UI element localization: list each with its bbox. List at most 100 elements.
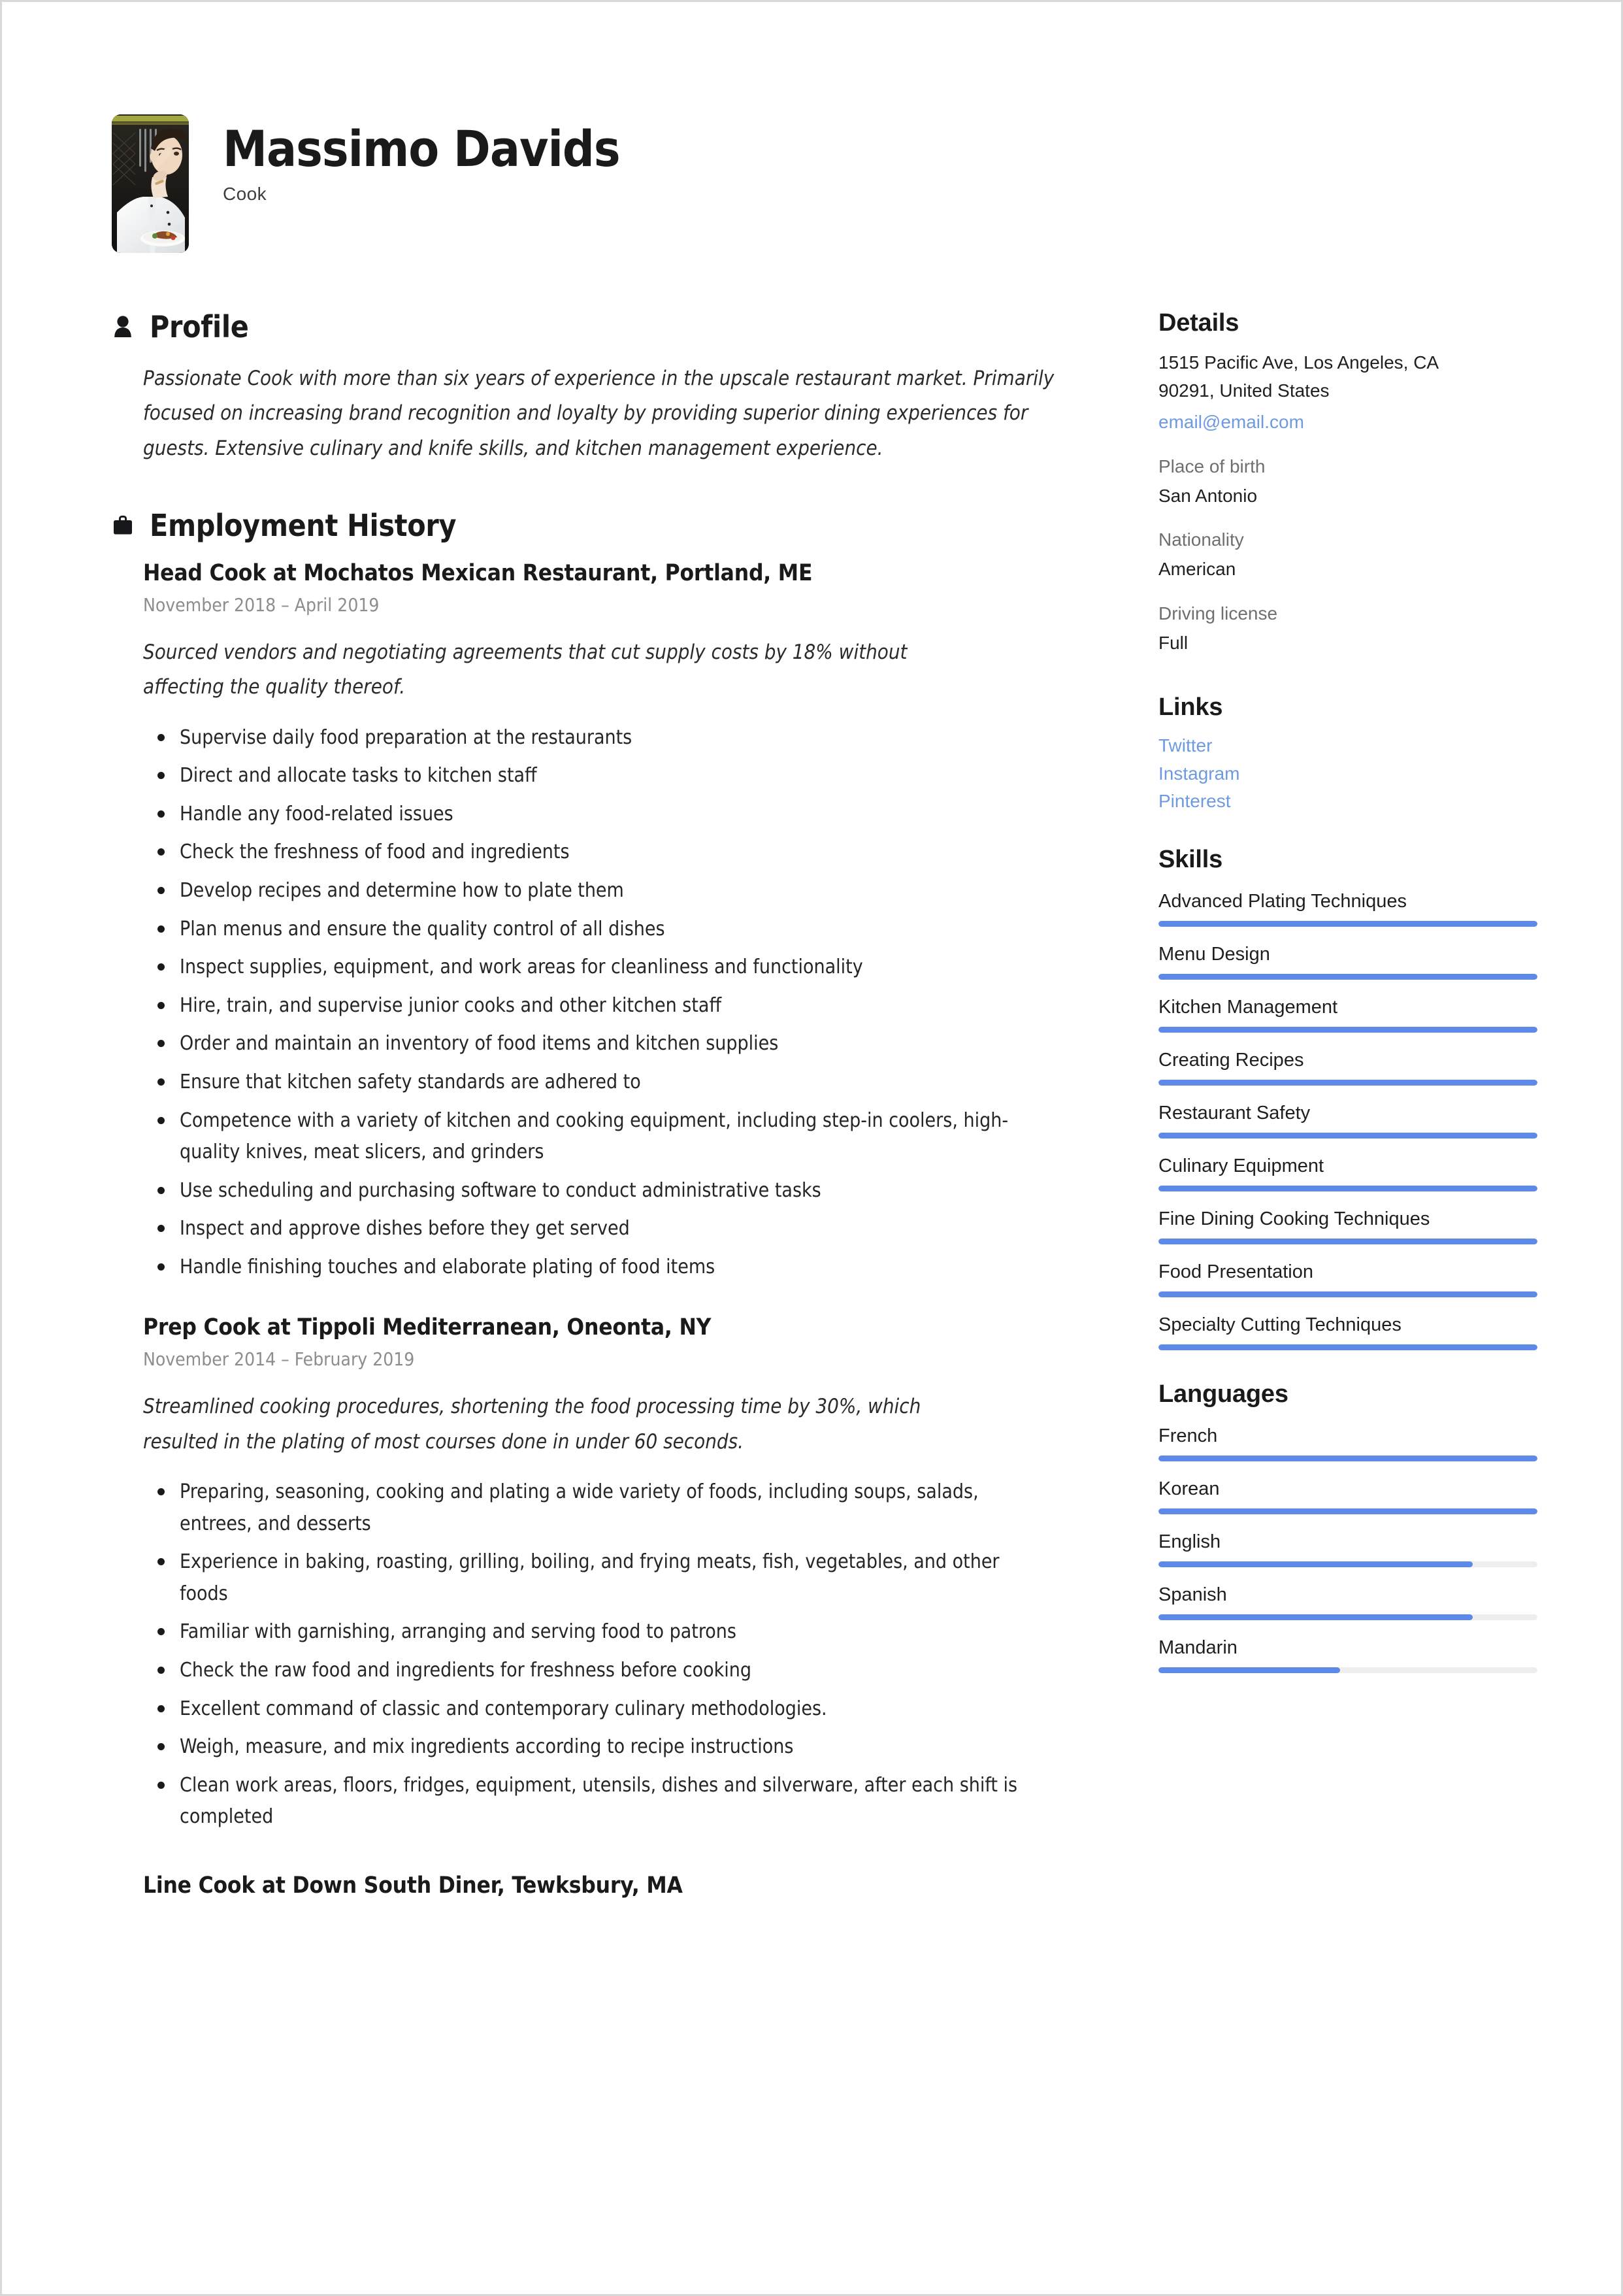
skill-bar-fill	[1158, 973, 1537, 980]
language-bar-track	[1158, 1455, 1537, 1461]
job-title-subtitle: Cook	[223, 183, 267, 204]
skill-item: Menu Design	[1158, 944, 1537, 980]
list-item: Supervise daily food preparation at the …	[143, 722, 1052, 754]
employment-entry-bullets: Preparing, seasoning, cooking and platin…	[143, 1476, 1059, 1833]
skill-label: Restaurant Safety	[1158, 1102, 1311, 1123]
skill-item: Creating Recipes	[1158, 1050, 1537, 1086]
skill-bar-track	[1158, 973, 1537, 980]
list-item: Familiar with garnishing, arranging and …	[143, 1616, 1052, 1648]
language-bar-fill	[1158, 1667, 1341, 1673]
links-section: Links Twitter Instagram Pinterest	[1158, 693, 1537, 816]
details-section-title: Details	[1158, 309, 1239, 337]
list-item: Develop recipes and determine how to pla…	[143, 875, 1052, 907]
list-item: Preparing, seasoning, cooking and platin…	[143, 1476, 1052, 1540]
link-instagram[interactable]: Instagram	[1158, 760, 1537, 788]
language-bar-track	[1158, 1508, 1537, 1514]
skill-label: Advanced Plating Techniques	[1158, 890, 1407, 912]
skill-item: Restaurant Safety	[1158, 1103, 1537, 1139]
detail-field-value: San Antonio	[1158, 485, 1258, 506]
list-item: Use scheduling and purchasing software t…	[143, 1175, 1052, 1207]
skill-label: Culinary Equipment	[1158, 1155, 1324, 1176]
employment-entry-description: Sourced vendors and negotiating agreemen…	[143, 640, 908, 699]
language-bar-fill	[1158, 1455, 1537, 1461]
profile-section-title: Profile	[150, 309, 249, 344]
skill-bar-fill	[1158, 1079, 1537, 1086]
sidebar: Details 1515 Pacific Ave, Los Angeles, C…	[1158, 309, 1537, 1673]
profile-text: Passionate Cook with more than six years…	[143, 367, 1055, 460]
employment-entry-dates: November 2014 – February 2019	[143, 1348, 415, 1371]
list-item: Clean work areas, floors, fridges, equip…	[143, 1770, 1052, 1833]
language-bar-fill	[1158, 1561, 1473, 1567]
employment-entry-bullets: Supervise daily food preparation at the …	[143, 722, 1059, 1284]
skill-label: Specialty Cutting Techniques	[1158, 1314, 1402, 1335]
skill-bar-track	[1158, 920, 1537, 927]
list-item: Ensure that kitchen safety standards are…	[143, 1067, 1052, 1099]
person-icon	[112, 314, 134, 340]
skill-item: Advanced Plating Techniques	[1158, 891, 1537, 927]
language-bar-track	[1158, 1614, 1537, 1620]
skill-item: Specialty Cutting Techniques	[1158, 1314, 1537, 1350]
skill-item: Food Presentation	[1158, 1261, 1537, 1297]
list-item: Inspect and approve dishes before they g…	[143, 1213, 1052, 1245]
details-section: Details 1515 Pacific Ave, Los Angeles, C…	[1158, 309, 1537, 657]
detail-field: Place of birth San Antonio	[1158, 456, 1537, 510]
main-column: Profile Passionate Cook with more than s…	[112, 309, 1059, 1899]
list-item: Competence with a variety of kitchen and…	[143, 1105, 1052, 1169]
detail-field-value: Full	[1158, 632, 1189, 653]
employment-entry: Prep Cook at Tippoli Mediterranean, Oneo…	[143, 1314, 1059, 1833]
employment-entry-title: Prep Cook at Tippoli Mediterranean, Oneo…	[143, 1314, 712, 1341]
profile-section-header: Profile	[112, 309, 1059, 344]
list-item: Order and maintain an inventory of food …	[143, 1028, 1052, 1060]
language-item: French	[1158, 1425, 1537, 1461]
skill-label: Food Presentation	[1158, 1261, 1313, 1282]
skill-item: Kitchen Management	[1158, 997, 1537, 1033]
languages-section-title: Languages	[1158, 1380, 1288, 1408]
list-item: Handle any food-related issues	[143, 799, 1052, 831]
skills-section: Skills Advanced Plating Techniques Menu …	[1158, 846, 1537, 1350]
skill-label: Fine Dining Cooking Techniques	[1158, 1208, 1430, 1229]
employment-section-title: Employment History	[150, 507, 457, 543]
skill-bar-track	[1158, 1344, 1537, 1350]
link-twitter[interactable]: Twitter	[1158, 732, 1537, 760]
language-item: English	[1158, 1531, 1537, 1567]
language-bar-track	[1158, 1561, 1537, 1567]
list-item: Check the freshness of food and ingredie…	[143, 837, 1052, 869]
detail-field-label: Driving license	[1158, 603, 1278, 624]
language-item: Mandarin	[1158, 1637, 1537, 1673]
skill-item: Fine Dining Cooking Techniques	[1158, 1208, 1537, 1244]
briefcase-icon	[112, 512, 134, 539]
language-label: English	[1158, 1531, 1221, 1552]
skill-bar-fill	[1158, 1185, 1537, 1191]
profile-section: Profile Passionate Cook with more than s…	[112, 309, 1059, 466]
skill-bar-fill	[1158, 1238, 1537, 1244]
detail-field: Nationality American	[1158, 529, 1537, 584]
address-line-2: 90291, United States	[1158, 380, 1330, 401]
links-section-title: Links	[1158, 693, 1223, 722]
language-label: Korean	[1158, 1478, 1220, 1499]
employment-section: Employment History Head Cook at Mochatos…	[112, 508, 1059, 1899]
skill-bar-fill	[1158, 920, 1537, 927]
detail-field-label: Nationality	[1158, 529, 1244, 550]
avatar	[112, 114, 189, 253]
language-item: Korean	[1158, 1478, 1537, 1514]
language-bar-fill	[1158, 1508, 1537, 1514]
link-pinterest[interactable]: Pinterest	[1158, 788, 1537, 816]
skill-bar-track	[1158, 1132, 1537, 1139]
employment-entry: Head Cook at Mochatos Mexican Restaurant…	[143, 560, 1059, 1284]
skill-label: Menu Design	[1158, 943, 1270, 965]
employment-entry-title: Head Cook at Mochatos Mexican Restaurant…	[143, 559, 813, 586]
list-item: Inspect supplies, equipment, and work ar…	[143, 952, 1052, 984]
list-item: Experience in baking, roasting, grilling…	[143, 1546, 1052, 1610]
resume-page: Massimo Davids Cook Profile Passionate C	[0, 0, 1623, 2296]
languages-section: Languages French Korean English Spanish …	[1158, 1380, 1537, 1673]
address-line-1: 1515 Pacific Ave, Los Angeles, CA	[1158, 352, 1439, 373]
email-link[interactable]: email@email.com	[1158, 408, 1537, 437]
skill-item: Culinary Equipment	[1158, 1156, 1537, 1191]
list-item: Plan menus and ensure the quality contro…	[143, 914, 1052, 946]
skill-bar-track	[1158, 1238, 1537, 1244]
language-bar-fill	[1158, 1614, 1473, 1620]
detail-field-value: American	[1158, 559, 1236, 580]
language-label: Spanish	[1158, 1584, 1227, 1605]
skill-bar-track	[1158, 1185, 1537, 1191]
employment-entry-dates: November 2018 – April 2019	[143, 593, 380, 616]
